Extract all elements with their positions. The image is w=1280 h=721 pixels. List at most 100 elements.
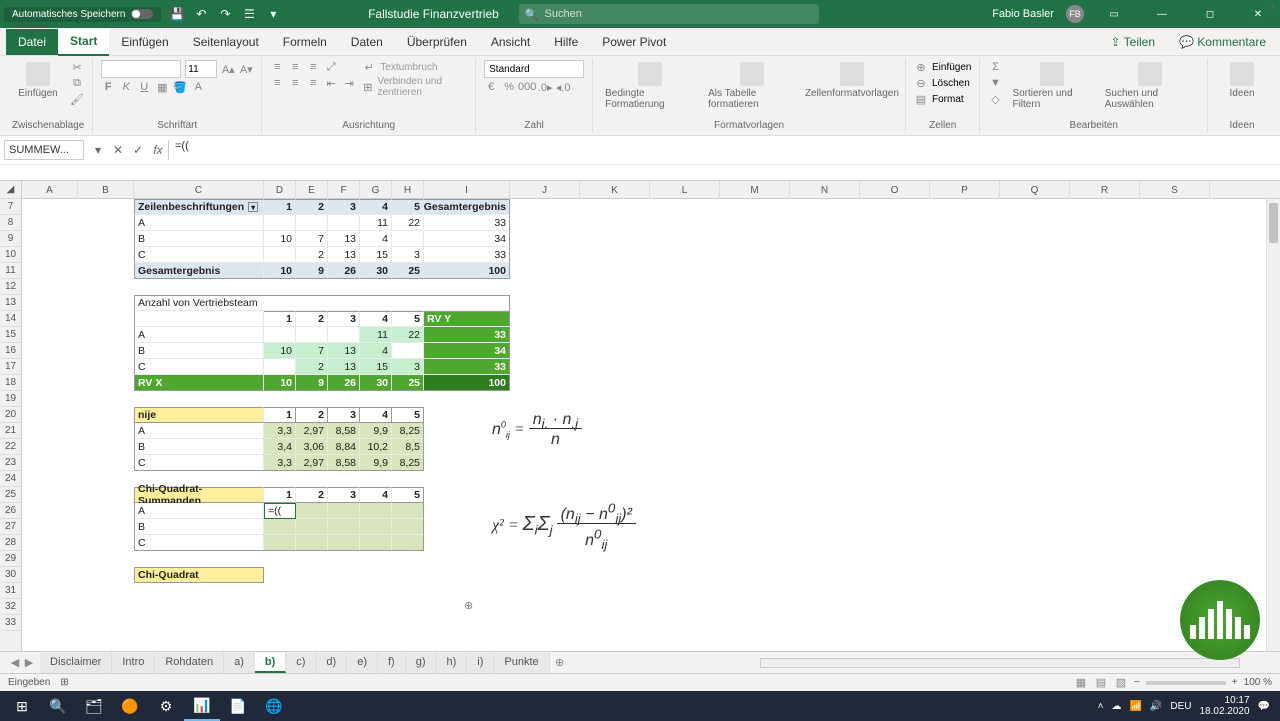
paste-button[interactable]: Einfügen	[12, 60, 64, 101]
qat-more-icon[interactable]: ▾	[265, 6, 281, 22]
tab-daten[interactable]: Daten	[339, 29, 395, 55]
align-right-icon[interactable]: ≡	[306, 76, 320, 90]
cell-D11[interactable]: 10	[264, 263, 296, 279]
cell-F21[interactable]: 8,58	[328, 423, 360, 439]
cell-F7[interactable]: 3	[328, 199, 360, 215]
tab-start[interactable]: Start	[58, 28, 109, 56]
sheet-tab-Intro[interactable]: Intro	[112, 653, 155, 673]
cell-G15[interactable]: 11	[360, 327, 392, 343]
cell-E25[interactable]: 2	[296, 487, 328, 503]
page-break-icon[interactable]: ▧	[1114, 676, 1128, 690]
cell-C26[interactable]: A	[134, 503, 264, 519]
cell-E23[interactable]: 2,97	[296, 455, 328, 471]
row-header-10[interactable]: 10	[0, 247, 21, 263]
row-header-9[interactable]: 9	[0, 231, 21, 247]
underline-icon[interactable]: U	[137, 80, 151, 94]
user-name[interactable]: Fabio Basler	[992, 8, 1054, 20]
col-header-C[interactable]: C	[134, 181, 264, 199]
italic-icon[interactable]: K	[119, 80, 133, 94]
font-family-select[interactable]	[101, 60, 181, 78]
cell-C9[interactable]: B	[134, 231, 264, 247]
cell-E7[interactable]: 2	[296, 199, 328, 215]
cell-F14[interactable]: 3	[328, 311, 360, 327]
row-header-24[interactable]: 24	[0, 471, 21, 487]
indent-dec-icon[interactable]: ⇤	[324, 76, 338, 90]
cell-H17[interactable]: 3	[392, 359, 424, 375]
col-header-Q[interactable]: Q	[1000, 181, 1070, 199]
sheet-tab-i)[interactable]: i)	[467, 653, 494, 673]
fx-icon[interactable]: fx	[148, 140, 168, 160]
row-header-14[interactable]: 14	[0, 311, 21, 327]
tray-lang[interactable]: DEU	[1170, 701, 1191, 712]
cell-I15[interactable]: 33	[424, 327, 510, 343]
cell-H9[interactable]	[392, 231, 424, 247]
cell-G22[interactable]: 10,2	[360, 439, 392, 455]
tab-powerpivot[interactable]: Power Pivot	[590, 29, 678, 55]
cell-E9[interactable]: 7	[296, 231, 328, 247]
format-painter-icon[interactable]: 🖌	[70, 92, 84, 106]
zoom-out-icon[interactable]: −	[1134, 677, 1140, 688]
row-header-30[interactable]: 30	[0, 567, 21, 583]
name-box[interactable]: SUMMEW...	[4, 140, 84, 160]
col-header-P[interactable]: P	[930, 181, 1000, 199]
page-layout-icon[interactable]: ▤	[1094, 676, 1108, 690]
cell-I16[interactable]: 34	[424, 343, 510, 359]
row-header-31[interactable]: 31	[0, 583, 21, 599]
format-cells-button[interactable]: ▤Format	[914, 92, 964, 106]
cell-F16[interactable]: 13	[328, 343, 360, 359]
cell-D10[interactable]	[264, 247, 296, 263]
cell-H8[interactable]: 22	[392, 215, 424, 231]
cell-C13[interactable]: Anzahl von Vertriebsteam	[134, 295, 510, 311]
cell-H27[interactable]	[392, 519, 424, 535]
search-task-icon[interactable]: 🔍	[40, 691, 76, 721]
cell-D16[interactable]: 10	[264, 343, 296, 359]
col-header-L[interactable]: L	[650, 181, 720, 199]
cell-D22[interactable]: 3,4	[264, 439, 296, 455]
align-left-icon[interactable]: ≡	[270, 76, 284, 90]
cell-E27[interactable]	[296, 519, 328, 535]
formula-expand-bar[interactable]	[0, 164, 1280, 180]
cell-C10[interactable]: C	[134, 247, 264, 263]
cell-H7[interactable]: 5	[392, 199, 424, 215]
share-button[interactable]: ⇪ Teilen	[1102, 31, 1163, 53]
tab-datei[interactable]: Datei	[6, 29, 58, 55]
cell-E17[interactable]: 2	[296, 359, 328, 375]
sort-filter-button[interactable]: Sortieren und Filtern	[1008, 60, 1094, 112]
dec-inc-icon[interactable]: .0▸	[538, 80, 552, 94]
scroll-thumb[interactable]	[1269, 203, 1278, 243]
tab-formeln[interactable]: Formeln	[271, 29, 339, 55]
cell-H14[interactable]: 5	[392, 311, 424, 327]
cell-F23[interactable]: 8,58	[328, 455, 360, 471]
task-edge-icon[interactable]: 🌐	[256, 691, 292, 721]
formula-input[interactable]: =((	[168, 140, 1280, 160]
tray-cloud-icon[interactable]: ☁	[1111, 701, 1121, 712]
currency-icon[interactable]: €	[484, 80, 498, 94]
row-header-8[interactable]: 8	[0, 215, 21, 231]
cell-D26[interactable]: =((	[264, 503, 296, 519]
redo-icon[interactable]: ↷	[217, 6, 233, 22]
col-header-B[interactable]: B	[78, 181, 134, 199]
cell-H16[interactable]	[392, 343, 424, 359]
cell-E14[interactable]: 2	[296, 311, 328, 327]
cell-C28[interactable]: C	[134, 535, 264, 551]
col-header-O[interactable]: O	[860, 181, 930, 199]
cell-E10[interactable]: 2	[296, 247, 328, 263]
sheet-tab-a)[interactable]: a)	[224, 653, 255, 673]
align-middle-icon[interactable]: ≡	[288, 60, 302, 74]
cell-H20[interactable]: 5	[392, 407, 424, 423]
cell-G27[interactable]	[360, 519, 392, 535]
cell-I7[interactable]: Gesamtergebnis	[424, 199, 510, 215]
cell-D9[interactable]: 10	[264, 231, 296, 247]
autosave-toggle[interactable]: Automatisches Speichern	[4, 7, 161, 22]
cell-D25[interactable]: 1	[264, 487, 296, 503]
col-header-A[interactable]: A	[22, 181, 78, 199]
cell-H15[interactable]: 22	[392, 327, 424, 343]
sheet-tab-Rohdaten[interactable]: Rohdaten	[155, 653, 224, 673]
font-size-select[interactable]	[185, 60, 217, 78]
zoom-slider[interactable]	[1146, 681, 1226, 685]
cell-I14[interactable]: RV Y	[424, 311, 510, 327]
task-excel-icon[interactable]: 📊	[184, 691, 220, 721]
cell-F11[interactable]: 26	[328, 263, 360, 279]
cell-D15[interactable]	[264, 327, 296, 343]
row-header-32[interactable]: 32	[0, 599, 21, 615]
